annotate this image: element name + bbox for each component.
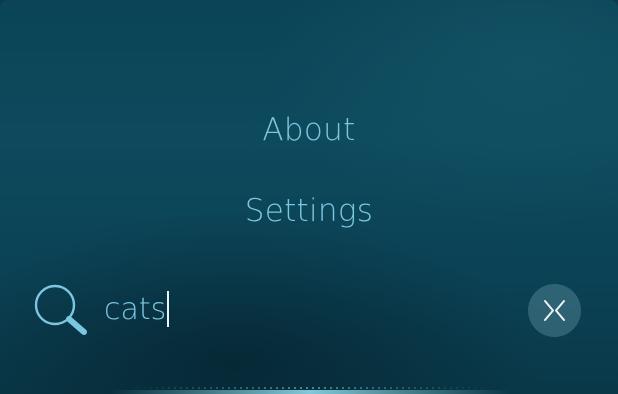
pulley-indicator (110, 390, 510, 394)
search-icon (32, 282, 92, 338)
clear-search-button[interactable] (528, 284, 581, 337)
screen: About Settings cats (0, 0, 618, 394)
search-input[interactable]: cats (104, 287, 504, 331)
search-input-value: cats (104, 291, 167, 327)
text-caret (167, 291, 170, 327)
close-icon (544, 300, 565, 321)
menu-item-about[interactable]: About (0, 112, 618, 148)
menu-item-settings[interactable]: Settings (0, 193, 618, 229)
